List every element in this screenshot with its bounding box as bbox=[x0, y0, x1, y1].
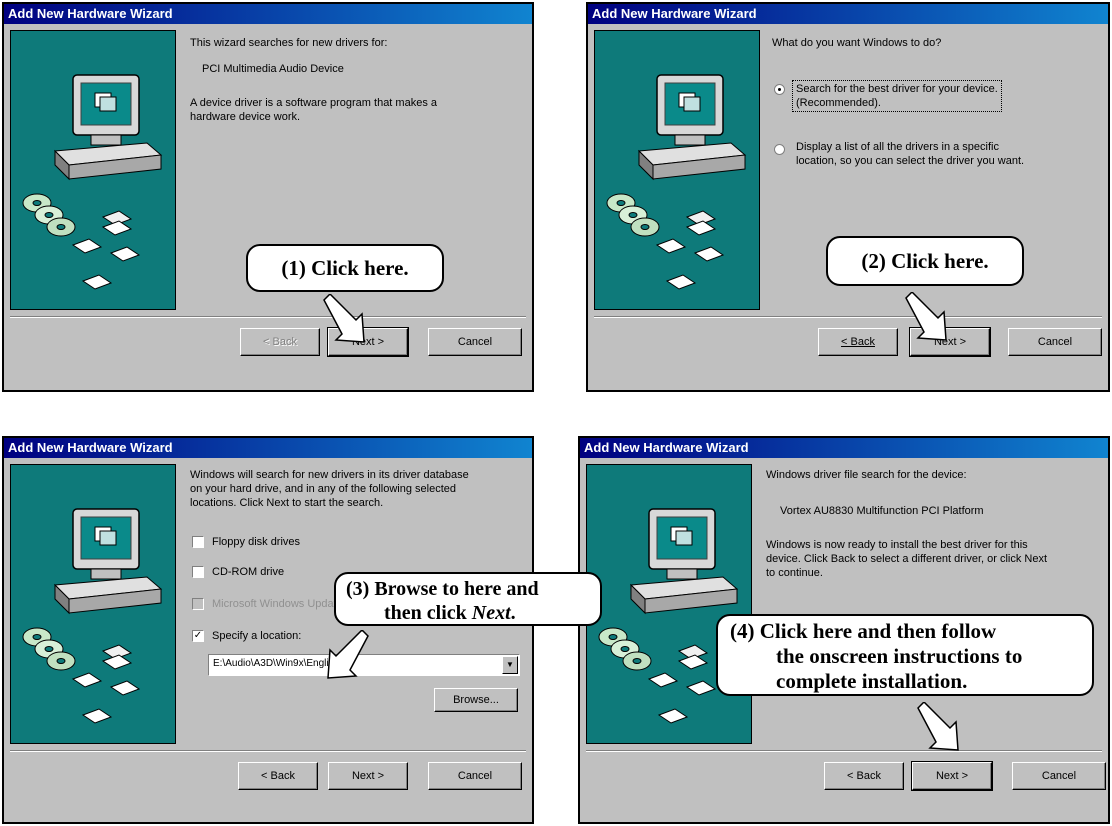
cancel-button[interactable]: Cancel bbox=[428, 762, 522, 790]
wizard-intro-text: This wizard searches for new drivers for… bbox=[190, 37, 388, 49]
callout-line: then click Next. bbox=[346, 601, 590, 625]
arrow-to-next-4 bbox=[917, 702, 959, 751]
wizard-dialog-1: Add New Hardware Wizard This wizard sear… bbox=[2, 2, 534, 392]
specify-location-label: Specify a location: bbox=[212, 630, 302, 642]
floppy-checkbox[interactable] bbox=[192, 536, 204, 548]
intro-line: Windows will search for new drivers in i… bbox=[190, 469, 469, 481]
cancel-button[interactable]: Cancel bbox=[1008, 328, 1102, 356]
window-title: Add New Hardware Wizard bbox=[8, 440, 173, 455]
ready-line: to continue. bbox=[766, 567, 823, 579]
cancel-button[interactable]: Cancel bbox=[428, 328, 522, 356]
callout-text: . bbox=[510, 602, 516, 624]
wizard-dialog-2: Add New Hardware Wizard What do you want… bbox=[586, 2, 1110, 392]
wizard-side-illustration bbox=[586, 464, 752, 744]
callout-step-1: (1) Click here. bbox=[246, 244, 444, 292]
cancel-button[interactable]: Cancel bbox=[1012, 762, 1106, 790]
callout-step-3: (3) Browse to here and then click Next. bbox=[334, 572, 602, 626]
title-bar[interactable]: Add New Hardware Wizard bbox=[580, 438, 1108, 458]
separator bbox=[10, 316, 526, 318]
browse-button[interactable]: Browse... bbox=[434, 688, 518, 712]
callout-line: the onscreen instructions to bbox=[776, 644, 1023, 668]
specify-location-checkbox[interactable]: ✓ bbox=[192, 630, 204, 642]
display-list-radio[interactable] bbox=[774, 144, 785, 155]
callout-line: (4) Click here and then follow bbox=[730, 619, 997, 643]
title-bar[interactable]: Add New Hardware Wizard bbox=[4, 4, 532, 24]
search-result-intro: Windows driver file search for the devic… bbox=[766, 469, 967, 481]
wizard-side-illustration bbox=[10, 464, 176, 744]
cdrom-label: CD-ROM drive bbox=[212, 566, 285, 578]
cdrom-checkbox[interactable] bbox=[192, 566, 204, 578]
back-button[interactable]: < Back bbox=[824, 762, 904, 790]
search-intro-text: Windows will search for new drivers in i… bbox=[190, 468, 469, 510]
callout-step-2: (2) Click here. bbox=[826, 236, 1024, 286]
arrow-to-location bbox=[327, 630, 369, 679]
callout-text: then click bbox=[384, 602, 472, 624]
callout-line: (3) Browse to here and bbox=[346, 578, 539, 600]
back-button: < Back bbox=[240, 328, 320, 356]
wizard-side-illustration bbox=[594, 30, 760, 310]
windows-update-label: Microsoft Windows Update bbox=[212, 598, 343, 610]
back-button[interactable]: < Back bbox=[238, 762, 318, 790]
driver-description-line: hardware device work. bbox=[190, 111, 301, 123]
callout-step-4: (4) Click here and then follow the onscr… bbox=[716, 614, 1094, 696]
separator bbox=[586, 750, 1102, 752]
window-title: Add New Hardware Wizard bbox=[584, 440, 749, 455]
device-name: Vortex AU8830 Multifunction PCI Platform bbox=[780, 505, 984, 517]
back-label: < Back bbox=[841, 336, 875, 348]
dropdown-arrow-icon[interactable]: ▼ bbox=[502, 656, 518, 674]
windows-update-checkbox bbox=[192, 598, 204, 610]
search-best-driver-label[interactable]: Search for the best driver for your devi… bbox=[792, 80, 1002, 112]
window-title: Add New Hardware Wizard bbox=[592, 6, 757, 21]
intro-line: locations. Click Next to start the searc… bbox=[190, 497, 384, 509]
ready-line: Windows is now ready to install the best… bbox=[766, 539, 1028, 551]
title-bar[interactable]: Add New Hardware Wizard bbox=[4, 438, 532, 458]
option-label-line: (Recommended). bbox=[796, 97, 881, 109]
separator bbox=[10, 750, 526, 752]
separator bbox=[594, 316, 1102, 318]
device-name: PCI Multimedia Audio Device bbox=[202, 63, 344, 75]
display-list-label[interactable]: Display a list of all the drivers in a s… bbox=[796, 140, 1024, 168]
title-bar[interactable]: Add New Hardware Wizard bbox=[588, 4, 1108, 24]
next-button[interactable]: Next > bbox=[911, 761, 993, 791]
window-title: Add New Hardware Wizard bbox=[8, 6, 173, 21]
wizard-dialog-3: Add New Hardware Wizard Windows will sea… bbox=[2, 436, 534, 824]
option-label-line: location, so you can select the driver y… bbox=[796, 155, 1025, 167]
arrow-to-next-2 bbox=[905, 292, 947, 341]
arrow-to-next-1 bbox=[323, 294, 365, 343]
driver-description-line: A device driver is a software program th… bbox=[190, 97, 437, 109]
option-label-line: Search for the best driver for your devi… bbox=[796, 83, 998, 95]
floppy-label: Floppy disk drives bbox=[212, 536, 301, 548]
intro-line: on your hard drive, and in any of the fo… bbox=[190, 483, 456, 495]
callout-line: complete installation. bbox=[776, 669, 968, 693]
next-button[interactable]: Next > bbox=[328, 762, 408, 790]
wizard-side-illustration bbox=[10, 30, 176, 310]
ready-line: device. Click Back to select a different… bbox=[766, 553, 1048, 565]
search-best-driver-radio[interactable] bbox=[774, 84, 785, 95]
callout-italic: Next bbox=[471, 602, 511, 624]
option-label-line: Display a list of all the drivers in a s… bbox=[796, 141, 999, 153]
ready-text: Windows is now ready to install the best… bbox=[766, 538, 1047, 580]
back-button[interactable]: < Back bbox=[818, 328, 898, 356]
wizard-question: What do you want Windows to do? bbox=[772, 37, 942, 49]
